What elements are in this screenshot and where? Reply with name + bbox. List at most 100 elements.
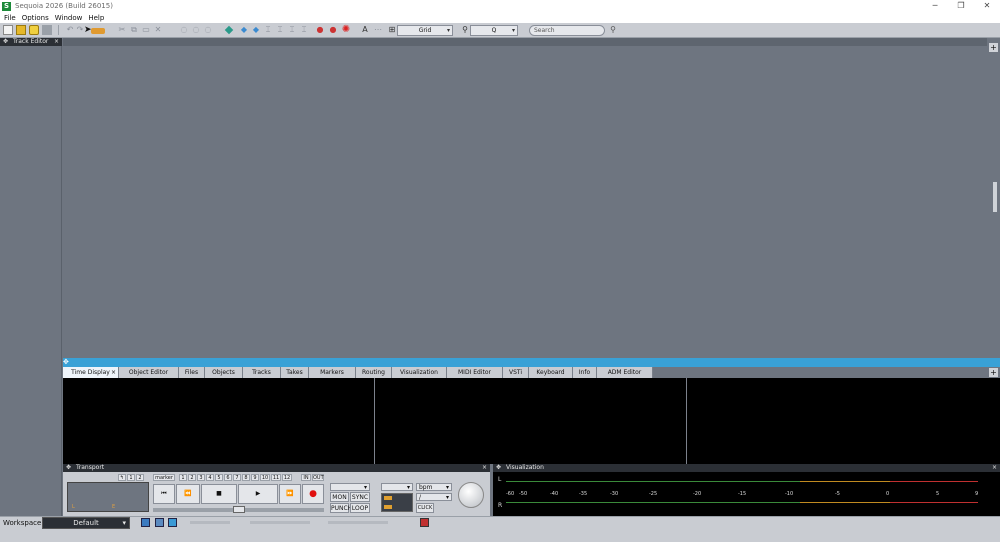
- close-icon[interactable]: ×: [111, 367, 116, 378]
- close-icon[interactable]: ×: [482, 464, 487, 472]
- play-button[interactable]: ▶: [238, 484, 278, 504]
- track-editing-area[interactable]: [63, 38, 987, 356]
- zoom-icon[interactable]: ⚲: [461, 25, 469, 34]
- marker-12-button[interactable]: 12: [282, 474, 292, 481]
- bpm-field[interactable]: bpm ▾: [416, 483, 452, 491]
- settings-icon[interactable]: [420, 518, 429, 527]
- marker-1-button[interactable]: 1: [179, 474, 187, 481]
- counter-2-button[interactable]: 2: [136, 474, 144, 481]
- open-project-icon[interactable]: [16, 25, 26, 35]
- layout-icon[interactable]: [141, 518, 150, 527]
- tab-visualization[interactable]: Visualization: [392, 367, 447, 378]
- tab-objects[interactable]: Objects: [205, 367, 243, 378]
- sync-button[interactable]: SYNC: [350, 492, 370, 502]
- tab-tracks[interactable]: Tracks: [243, 367, 281, 378]
- loop-button[interactable]: LOOP: [350, 503, 370, 513]
- record-button[interactable]: ●: [302, 484, 324, 504]
- region-tool-icon[interactable]: ◆: [252, 25, 260, 34]
- search-input[interactable]: Search: [529, 25, 605, 36]
- position-slider-handle[interactable]: [233, 506, 245, 513]
- grip-icon[interactable]: ✥: [3, 38, 8, 46]
- marker-11-button[interactable]: 11: [271, 474, 281, 481]
- undo-icon[interactable]: ↶: [66, 25, 74, 34]
- menu-file[interactable]: File: [4, 14, 16, 22]
- marker-9-button[interactable]: 9: [251, 474, 259, 481]
- zoom-fit-icon[interactable]: ◌: [204, 25, 212, 34]
- menu-help[interactable]: Help: [88, 14, 104, 22]
- snap-magnet-icon[interactable]: [224, 25, 234, 35]
- marker-2-button[interactable]: 2: [188, 474, 196, 481]
- marker-8-button[interactable]: 8: [242, 474, 250, 481]
- split-icon[interactable]: ⌶: [264, 25, 272, 34]
- zoom-in-icon[interactable]: ◌: [192, 25, 200, 34]
- workspace-tools-icon[interactable]: [190, 521, 230, 524]
- tab-midi-editor[interactable]: MIDI Editor: [447, 367, 503, 378]
- redo-icon[interactable]: ↷: [76, 25, 84, 34]
- marker-5-button[interactable]: 5: [215, 474, 223, 481]
- go-to-start-button[interactable]: ⏮: [153, 484, 175, 504]
- record-arm-icon[interactable]: ●: [316, 25, 324, 34]
- fast-forward-button[interactable]: ⏩: [279, 484, 301, 504]
- grip-icon[interactable]: ✥: [496, 464, 501, 472]
- jog-wheel[interactable]: [458, 482, 484, 508]
- in-button[interactable]: IN: [301, 474, 311, 481]
- minimize-button[interactable]: ─: [922, 0, 948, 12]
- open-media-icon[interactable]: [29, 25, 39, 35]
- tab-info[interactable]: Info: [573, 367, 597, 378]
- tab-takes[interactable]: Takes: [281, 367, 309, 378]
- marker-10-button[interactable]: 10: [260, 474, 270, 481]
- zoom-out-icon[interactable]: ◌: [180, 25, 188, 34]
- marker-button[interactable]: marker: [153, 474, 175, 481]
- search-icon[interactable]: ⚲: [609, 25, 617, 34]
- playback-layout-icon[interactable]: [168, 518, 177, 527]
- vertical-scrollbar[interactable]: [993, 182, 997, 212]
- metronome-select[interactable]: ▾: [381, 483, 413, 491]
- menu-window[interactable]: Window: [55, 14, 83, 22]
- add-tab-icon[interactable]: +: [989, 368, 998, 377]
- grid-icon[interactable]: ⊞: [388, 25, 396, 34]
- grip-icon[interactable]: ✥: [63, 358, 69, 367]
- save-icon[interactable]: [42, 25, 52, 35]
- trim-icon[interactable]: ⌶: [276, 25, 284, 34]
- click-button[interactable]: CLICK: [416, 503, 434, 513]
- tab-vsti[interactable]: VSTi: [503, 367, 529, 378]
- workspace-select[interactable]: Default ▾: [42, 517, 130, 529]
- restore-button[interactable]: ❐: [948, 0, 974, 12]
- close-button[interactable]: ✕: [974, 0, 1000, 12]
- marker-4-button[interactable]: 4: [206, 474, 214, 481]
- tab-adm-editor[interactable]: ADM Editor: [597, 367, 653, 378]
- metronome-controls[interactable]: [381, 493, 413, 512]
- record-settings-icon[interactable]: ✺: [341, 25, 351, 35]
- zoom-select[interactable]: Q ▾: [470, 25, 518, 36]
- window-layout-icon[interactable]: [155, 518, 164, 527]
- copy-icon[interactable]: ⧉: [130, 25, 138, 34]
- tab-files[interactable]: Files: [179, 367, 205, 378]
- tab-time-display[interactable]: Time Display ×: [63, 367, 119, 378]
- tab-object-editor[interactable]: Object Editor: [119, 367, 179, 378]
- add-icon[interactable]: +: [989, 43, 998, 52]
- paste-icon[interactable]: ▭: [142, 25, 150, 34]
- delete-icon[interactable]: ✕: [154, 25, 162, 34]
- marker-3-button[interactable]: 3: [197, 474, 205, 481]
- close-icon[interactable]: ×: [54, 38, 59, 46]
- counter-back-button[interactable]: ↰: [118, 474, 126, 481]
- workspace-tools-icon[interactable]: [328, 521, 388, 524]
- marker-7-button[interactable]: 7: [233, 474, 241, 481]
- stop-button[interactable]: ■: [201, 484, 237, 504]
- snap-mode-select[interactable]: Grid ▾: [397, 25, 453, 36]
- tab-routing[interactable]: Routing: [356, 367, 392, 378]
- crossfade-icon[interactable]: ⌶: [300, 25, 308, 34]
- range-tool-icon[interactable]: [91, 28, 105, 34]
- mon-button[interactable]: MON: [330, 492, 349, 502]
- menu-options[interactable]: Options: [22, 14, 49, 22]
- sync-source-select[interactable]: ▾: [330, 483, 370, 491]
- punch-record-icon[interactable]: ●: [329, 25, 337, 34]
- text-tool-icon[interactable]: A: [361, 25, 369, 34]
- out-button[interactable]: OUT: [312, 474, 324, 481]
- time-signature-field[interactable]: / ▾: [416, 493, 452, 501]
- marker-6-button[interactable]: 6: [224, 474, 232, 481]
- grip-icon[interactable]: ✥: [66, 464, 71, 472]
- marker-tool-icon[interactable]: ◆: [240, 25, 248, 34]
- close-icon[interactable]: ×: [992, 464, 997, 472]
- fade-icon[interactable]: ⌶: [288, 25, 296, 34]
